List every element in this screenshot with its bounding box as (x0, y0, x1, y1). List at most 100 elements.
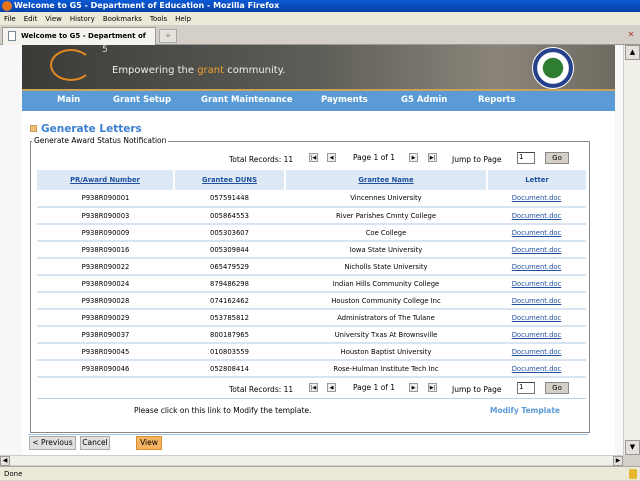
total-records: Total Records: 11 (229, 385, 294, 394)
pager-bottom: Total Records: 11 |◀ ◀ Page 1 of 1 ▶ ▶| … (31, 382, 591, 396)
letter-link[interactable]: Document.doc (512, 194, 562, 202)
cell-grantee-name: Nicholls State University (285, 258, 487, 276)
page-indicator: Page 1 of 1 (353, 153, 396, 162)
cell-duns: 879486298 (174, 275, 285, 293)
tagline-text-end: community. (224, 65, 286, 76)
menu-bar: File Edit View History Bookmarks Tools Help (0, 12, 640, 25)
letter-link[interactable]: Document.doc (512, 246, 562, 254)
letter-link[interactable]: Document.doc (512, 212, 562, 220)
browser-viewport: 5 Empowering the grant community. Main G… (0, 45, 623, 455)
go-button[interactable]: Go (545, 382, 569, 394)
cell-grantee-name: Indian Hills Community College (285, 275, 487, 293)
cell-letter: Document.doc (487, 258, 586, 276)
new-tab-button[interactable]: + (159, 29, 177, 43)
next-page-icon[interactable]: ▶ (409, 153, 418, 162)
last-page-icon[interactable]: ▶| (428, 383, 437, 392)
letter-link[interactable]: Document.doc (512, 297, 562, 305)
scroll-up-icon[interactable]: ▲ (625, 45, 640, 60)
jump-label: Jump to Page (452, 155, 502, 164)
award-notification-fieldset: Total Records: 11 |◀ ◀ Page 1 of 1 ▶ ▶| … (30, 141, 590, 433)
nav-g5-admin[interactable]: G5 Admin (401, 91, 447, 109)
jump-page-input[interactable]: 1 (517, 382, 535, 394)
page-title: Generate Letters (30, 123, 142, 135)
table-row: P938R090045 010803559 Houston Baptist Univ… (37, 343, 586, 361)
cell-award-number: P938R090001 (37, 190, 174, 208)
modify-template-link[interactable]: Modify Template (490, 406, 560, 415)
letter-link[interactable]: Document.doc (512, 280, 562, 288)
menu-bookmarks[interactable]: Bookmarks (103, 15, 142, 23)
page-icon (8, 31, 16, 41)
cell-award-number: P938R090028 (37, 292, 174, 310)
cell-award-number: P938R090003 (37, 207, 174, 225)
menu-tools[interactable]: Tools (150, 15, 167, 23)
tagline-text: Empowering the (112, 65, 198, 76)
view-button[interactable]: View (136, 436, 162, 450)
cell-letter: Document.doc (487, 309, 586, 327)
first-page-icon[interactable]: |◀ (309, 383, 318, 392)
logo-superscript: 5 (102, 45, 108, 55)
nav-payments[interactable]: Payments (321, 91, 368, 109)
prev-page-icon[interactable]: ◀ (327, 153, 336, 162)
first-page-icon[interactable]: |◀ (309, 153, 318, 162)
divider (37, 398, 586, 399)
cell-duns: 800187965 (174, 326, 285, 344)
go-button[interactable]: Go (545, 152, 569, 164)
cell-duns: 053785812 (174, 309, 285, 327)
tab-bar: Welcome to G5 - Department of Edu... + ✕ (0, 25, 640, 56)
nav-reports[interactable]: Reports (478, 91, 516, 109)
next-page-icon[interactable]: ▶ (409, 383, 418, 392)
vertical-scrollbar[interactable]: ▲ ▼ (623, 45, 640, 455)
scroll-right-icon[interactable]: ▶ (613, 456, 623, 466)
modify-instructions: Please click on this link to Modify the … (134, 406, 312, 415)
total-records: Total Records: 11 (229, 155, 294, 164)
prev-page-icon[interactable]: ◀ (327, 383, 336, 392)
letter-link[interactable]: Document.doc (512, 348, 562, 356)
cell-award-number: P938R090045 (37, 343, 174, 361)
menu-file[interactable]: File (4, 15, 16, 23)
last-page-icon[interactable]: ▶| (428, 153, 437, 162)
menu-help[interactable]: Help (175, 15, 191, 23)
nav-main[interactable]: Main (57, 91, 80, 109)
g5-logo (50, 49, 92, 81)
jump-page-input[interactable]: 1 (517, 152, 535, 164)
menu-history[interactable]: History (70, 15, 95, 23)
browser-tab[interactable]: Welcome to G5 - Department of Edu... (2, 27, 156, 56)
cell-grantee-name: River Parishes Cmnty College (285, 207, 487, 225)
cell-grantee-name: Vincennes University (285, 190, 487, 208)
nav-grant-maintenance[interactable]: Grant Maintenance (201, 91, 293, 109)
scroll-down-icon[interactable]: ▼ (625, 440, 640, 455)
close-tab-icon[interactable]: ✕ (626, 30, 636, 40)
firefox-icon (2, 1, 12, 11)
cell-letter: Document.doc (487, 360, 586, 378)
menu-edit[interactable]: Edit (24, 15, 38, 23)
letter-link[interactable]: Document.doc (512, 365, 562, 373)
col-duns[interactable]: Grantee DUNS (173, 170, 285, 190)
cell-duns: 005309844 (174, 241, 285, 259)
cancel-button[interactable]: Cancel (80, 436, 110, 450)
col-award-number[interactable]: PR/Award Number (37, 170, 174, 190)
cell-award-number: P938R090046 (37, 360, 174, 378)
scroll-left-icon[interactable]: ◀ (0, 456, 10, 466)
menu-view[interactable]: View (45, 15, 62, 23)
cell-grantee-name: Houston Community College Inc (285, 292, 487, 310)
horizontal-scrollbar[interactable]: ◀ ▶ (0, 455, 623, 466)
cell-grantee-name: Houston Baptist University (285, 343, 487, 361)
table-row: P938R090003 005864553 River Parishes Cmnty… (37, 207, 586, 225)
cell-award-number: P938R090022 (37, 258, 174, 276)
letter-link[interactable]: Document.doc (512, 314, 562, 322)
cell-grantee-name: Rose-Hulman Institute Tech Inc (285, 360, 487, 378)
col-grantee-name[interactable]: Grantee Name (284, 170, 487, 190)
main-nav: Main Grant Setup Grant Maintenance Payme… (22, 91, 615, 111)
fieldset-legend: Generate Award Status Notification (32, 136, 169, 145)
tagline-accent: grant (197, 65, 225, 76)
previous-button[interactable]: < Previous (29, 436, 76, 450)
nav-grant-setup[interactable]: Grant Setup (113, 91, 171, 109)
letter-link[interactable]: Document.doc (512, 263, 562, 271)
cell-duns: 005303607 (174, 224, 285, 242)
cell-award-number: P938R090024 (37, 275, 174, 293)
letter-link[interactable]: Document.doc (512, 331, 562, 339)
lock-icon (629, 469, 637, 479)
letter-link[interactable]: Document.doc (512, 229, 562, 237)
cell-grantee-name: Iowa State University (285, 241, 487, 259)
cell-letter: Document.doc (487, 224, 586, 242)
